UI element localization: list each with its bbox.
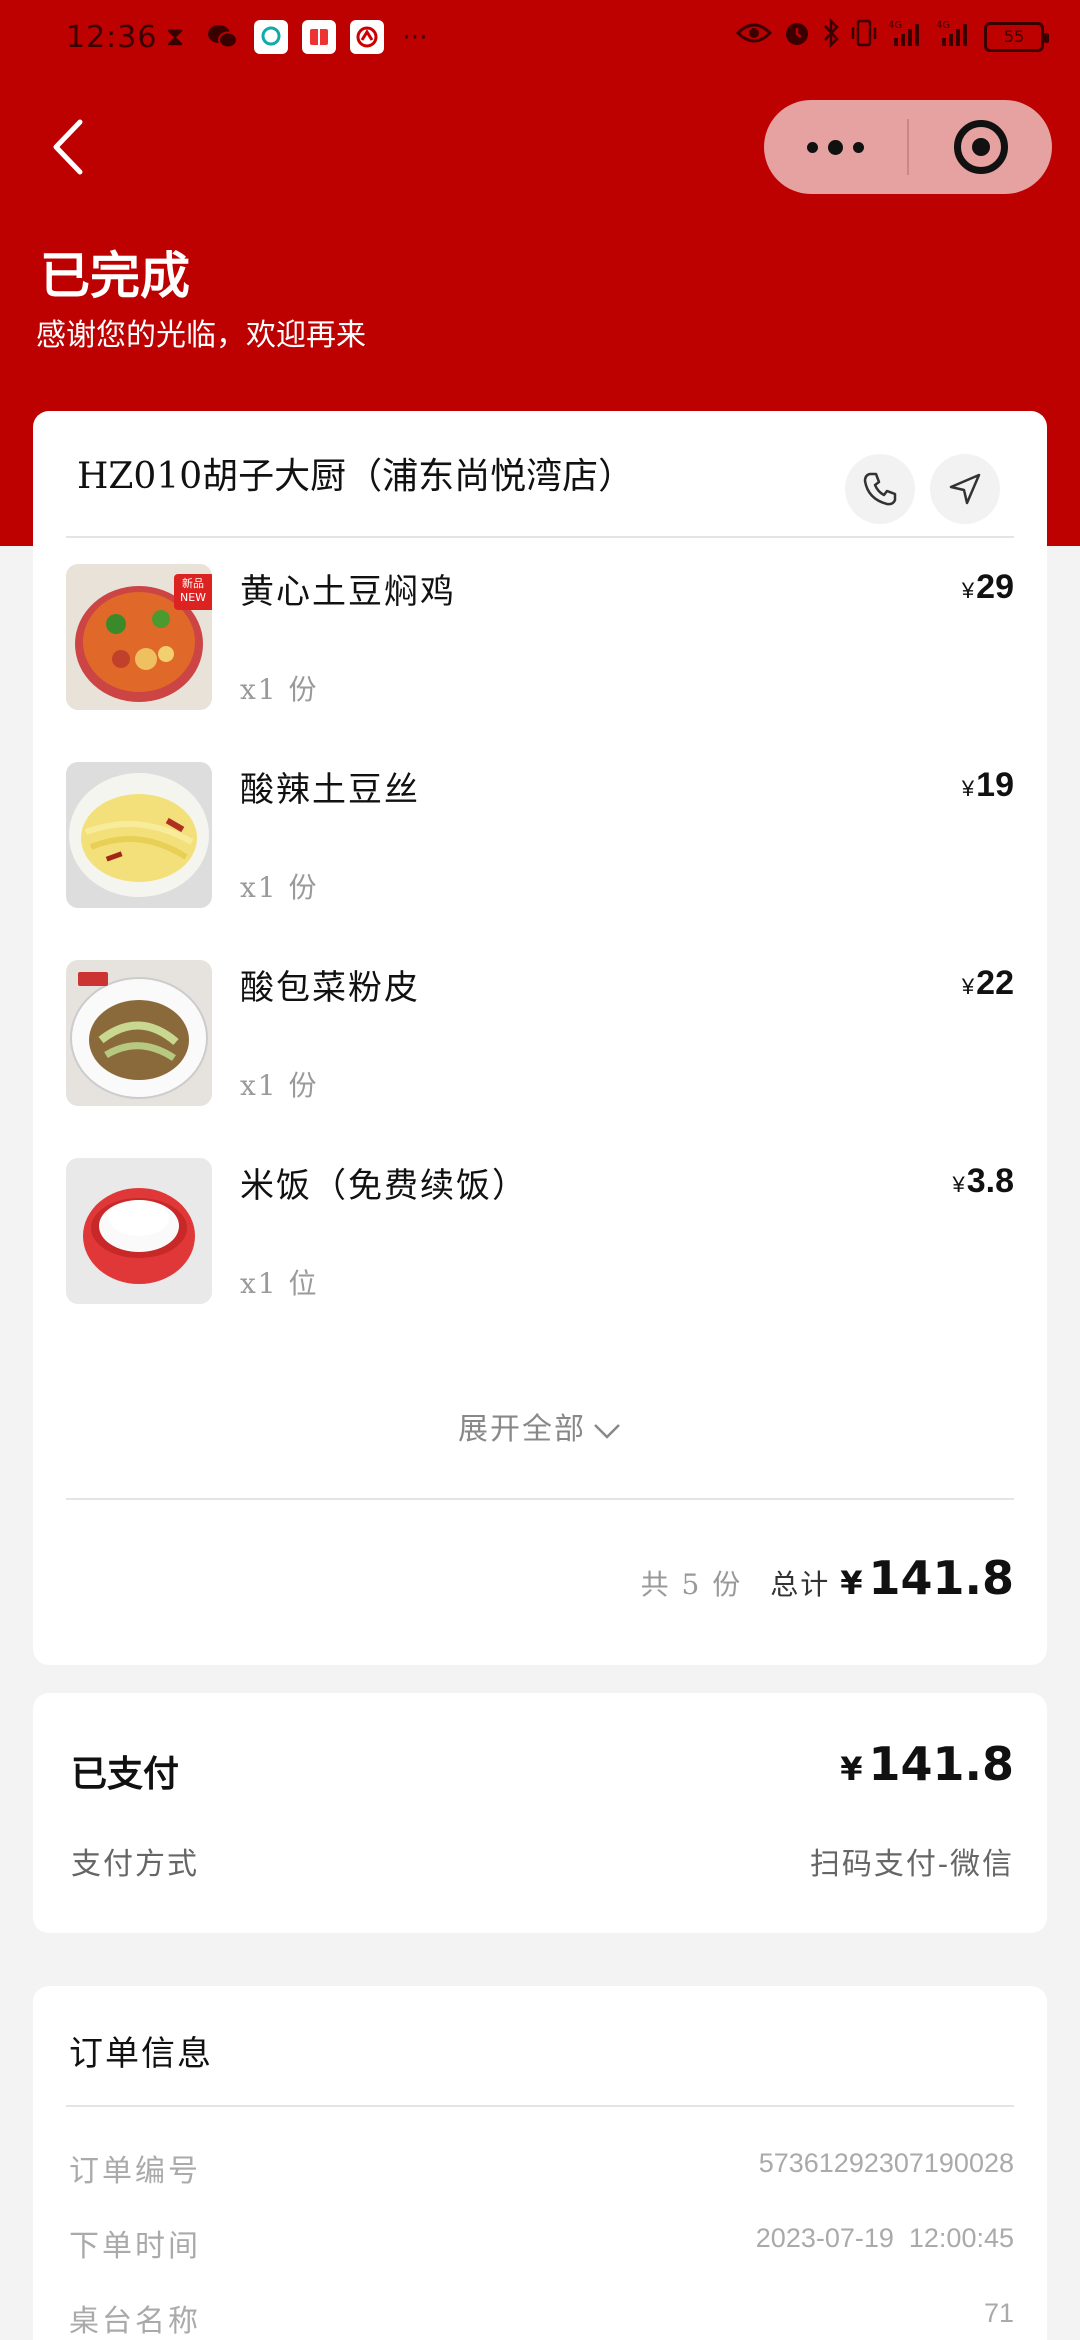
list-item[interactable]: 酸辣土豆丝 x1 份 ¥19 <box>66 762 1014 908</box>
more-menu-button[interactable] <box>764 100 907 194</box>
list-item[interactable]: 新品 NEW 黄心土豆焖鸡 x1 份 ¥29 <box>66 564 1014 710</box>
paid-amount: ¥141.8 <box>840 1737 1014 1791</box>
divider <box>66 2105 1014 2107</box>
currency-symbol: ¥ <box>961 776 975 801</box>
divider <box>66 536 1014 538</box>
phone-icon <box>863 472 897 506</box>
currency-symbol: ¥ <box>840 1750 863 1788</box>
item-price: ¥29 <box>962 568 1014 607</box>
payment-status: 已支付 <box>71 1753 180 1795</box>
dish-image: 新品 NEW <box>66 564 212 710</box>
expand-all-label: 展开全部 <box>458 1412 586 1447</box>
price-value: 19 <box>976 766 1014 804</box>
currency-symbol: ¥ <box>961 974 975 999</box>
item-quantity: x1 位 <box>240 1267 319 1300</box>
list-item[interactable]: 酸包菜粉皮 x1 份 ¥22 <box>66 960 1014 1106</box>
item-name: 米饭（免费续饭） <box>240 1166 528 1206</box>
target-icon <box>953 120 1008 174</box>
close-mini-program-button[interactable] <box>909 100 1052 194</box>
currency-symbol: ¥ <box>840 1564 863 1602</box>
total-value: 141.8 <box>868 1551 1014 1605</box>
order-info-card: 订单信息 订单编号 57361292307190028 下单时间 2023-07… <box>33 1986 1047 2340</box>
more-dots-icon-center <box>828 139 843 155</box>
info-label: 下单时间 <box>69 2229 201 2264</box>
order-info-title: 订单信息 <box>69 2034 213 2074</box>
payment-method-value: 扫码支付-微信 <box>809 1847 1014 1882</box>
notification-icons: ⧗ ⋯ <box>158 20 432 54</box>
order-number-value[interactable]: 57361292307190028 <box>759 2148 1014 2179</box>
info-label: 桌台名称 <box>69 2304 201 2339</box>
payment-card: 已支付 ¥141.8 支付方式 扫码支付-微信 <box>33 1693 1047 1933</box>
signal-4g-icon-2: 4G <box>936 18 974 55</box>
item-quantity: x1 份 <box>240 1069 319 1102</box>
divider <box>66 1498 1014 1500</box>
item-price: ¥19 <box>962 766 1014 805</box>
total-count: 共 5 份 <box>640 1568 743 1601</box>
message-app-icon <box>254 20 288 54</box>
table-name-row: 桌台名称 71 <box>69 2296 1014 2339</box>
svg-text:4G: 4G <box>936 20 950 31</box>
payment-method-label: 支付方式 <box>71 1847 199 1882</box>
chevron-left-icon <box>53 119 83 175</box>
navigate-button[interactable] <box>930 454 1000 524</box>
table-name-value: 71 <box>983 2298 1014 2328</box>
item-quantity: x1 份 <box>240 673 319 706</box>
price-value: 22 <box>976 964 1014 1002</box>
paid-value: 141.8 <box>868 1737 1014 1791</box>
order-time-row: 下单时间 2023-07-19 12:00:45 <box>69 2221 1014 2264</box>
status-bar: 12:36 ⧗ ⋯ 4G 4G 55 <box>0 0 1080 78</box>
vibrate-icon <box>850 18 878 55</box>
item-name: 酸辣土豆丝 <box>240 770 420 810</box>
currency-symbol: ¥ <box>961 578 975 603</box>
price-value: 3.8 <box>966 1162 1014 1200</box>
navigation-arrow-icon <box>949 473 981 505</box>
chevron-down-icon <box>594 1424 620 1439</box>
info-label: 订单编号 <box>69 2154 201 2189</box>
back-button[interactable] <box>44 112 94 182</box>
battery-icon: 55 <box>984 21 1049 52</box>
order-status-subtitle: 感谢您的光临，欢迎再来 <box>36 318 366 353</box>
currency-symbol: ¥ <box>952 1172 965 1197</box>
alarm-icon <box>782 18 812 55</box>
dish-image <box>66 762 212 908</box>
order-card: HZ010胡子大厨（浦东尚悦湾店） 新品 NEW 黄心土豆焖鸡 x1 份 ¥29… <box>33 411 1047 1665</box>
order-status-title: 已完成 <box>40 246 190 305</box>
list-item[interactable]: 米饭（免费续饭） x1 位 ¥3.8 <box>66 1158 1014 1304</box>
bank-app-icon <box>350 20 384 54</box>
dish-image <box>66 1158 212 1304</box>
hourglass-icon: ⧗ <box>165 21 185 52</box>
more-dots-icon-right <box>853 141 864 153</box>
signal-4g-icon: 4G <box>888 18 926 55</box>
item-name: 黄心土豆焖鸡 <box>240 572 456 612</box>
shop-name: HZ010胡子大厨（浦东尚悦湾店） <box>77 456 635 497</box>
new-badge: 新品 NEW <box>174 574 212 610</box>
item-quantity: x1 份 <box>240 871 319 904</box>
expand-all-button[interactable]: 展开全部 <box>33 1404 1047 1448</box>
item-price: ¥22 <box>962 964 1014 1003</box>
svg-text:4G: 4G <box>888 20 902 31</box>
bluetooth-icon <box>822 17 840 55</box>
total-label: 总计 <box>770 1568 831 1601</box>
dish-image <box>66 960 212 1106</box>
item-price: ¥3.8 <box>952 1162 1014 1201</box>
target-icon-dot <box>971 138 990 156</box>
total-amount: ¥141.8 <box>840 1551 1014 1605</box>
order-time-value: 2023-07-19 12:00:45 <box>755 2223 1014 2253</box>
price-value: 29 <box>976 568 1014 606</box>
call-button[interactable] <box>845 454 915 524</box>
status-time: 12:36 <box>66 20 158 55</box>
order-number-row: 订单编号 57361292307190028 <box>69 2146 1014 2189</box>
item-name: 酸包菜粉皮 <box>240 968 420 1008</box>
eye-icon <box>735 21 773 52</box>
book-app-icon <box>302 20 336 54</box>
system-icons: 4G 4G 55 <box>735 17 1049 55</box>
mini-program-capsule <box>764 100 1052 194</box>
more-dots-icon <box>807 141 818 153</box>
wechat-icon <box>206 20 240 54</box>
more-notifications-icon: ⋯ <box>402 22 428 52</box>
order-total: 共 5 份 总计 ¥141.8 <box>641 1551 1014 1605</box>
